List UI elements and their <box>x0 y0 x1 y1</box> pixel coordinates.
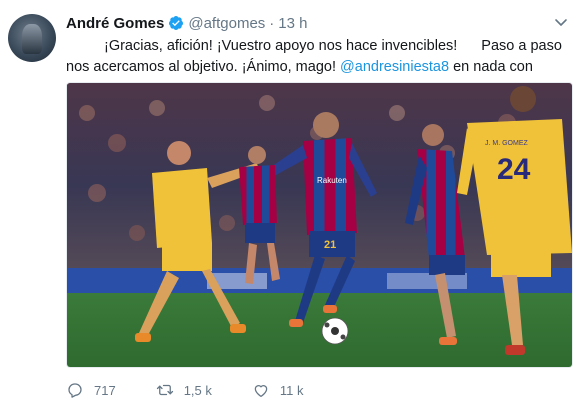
player-back-name: J. M. GOMEZ <box>485 140 529 147</box>
football-match-photo: Rakuten 21 J. M. GOMEZ 24 <box>67 83 572 367</box>
tweet-photo[interactable]: Rakuten 21 J. M. GOMEZ 24 <box>66 82 573 368</box>
like-icon[interactable] <box>252 381 270 399</box>
reply-icon[interactable] <box>66 381 84 399</box>
sponsor-text: Rakuten <box>317 176 347 185</box>
retweet-icon[interactable] <box>156 381 174 399</box>
like-action[interactable]: 11 k <box>252 381 304 399</box>
player-number-back: 24 <box>497 153 531 186</box>
tweet-actions: 717 1,5 k 11 k <box>66 380 344 400</box>
author-name[interactable]: André Gomes <box>66 15 164 32</box>
player-number-front: 21 <box>324 239 336 251</box>
football <box>321 317 349 345</box>
retweet-action[interactable]: 1,5 k <box>156 381 212 399</box>
author-handle[interactable]: @aftgomes <box>188 15 265 32</box>
tweet-text-part1: ¡Gracias, afición! ¡Vuestro apoyo nos ha… <box>104 38 458 54</box>
timestamp[interactable]: 13 h <box>278 15 307 32</box>
avatar[interactable] <box>8 14 56 62</box>
chevron-down-icon[interactable] <box>553 14 569 30</box>
mention-link[interactable]: @andresiniesta8 <box>340 59 449 75</box>
retweet-count: 1,5 k <box>183 382 212 398</box>
reply-count: 717 <box>94 382 116 398</box>
like-count: 11 k <box>279 382 304 398</box>
reply-action[interactable]: 717 <box>66 381 116 399</box>
verified-badge-icon <box>169 16 184 30</box>
tweet-header: André Gomes @aftgomes · 13 h <box>66 12 569 34</box>
separator-dot: · <box>269 14 275 32</box>
